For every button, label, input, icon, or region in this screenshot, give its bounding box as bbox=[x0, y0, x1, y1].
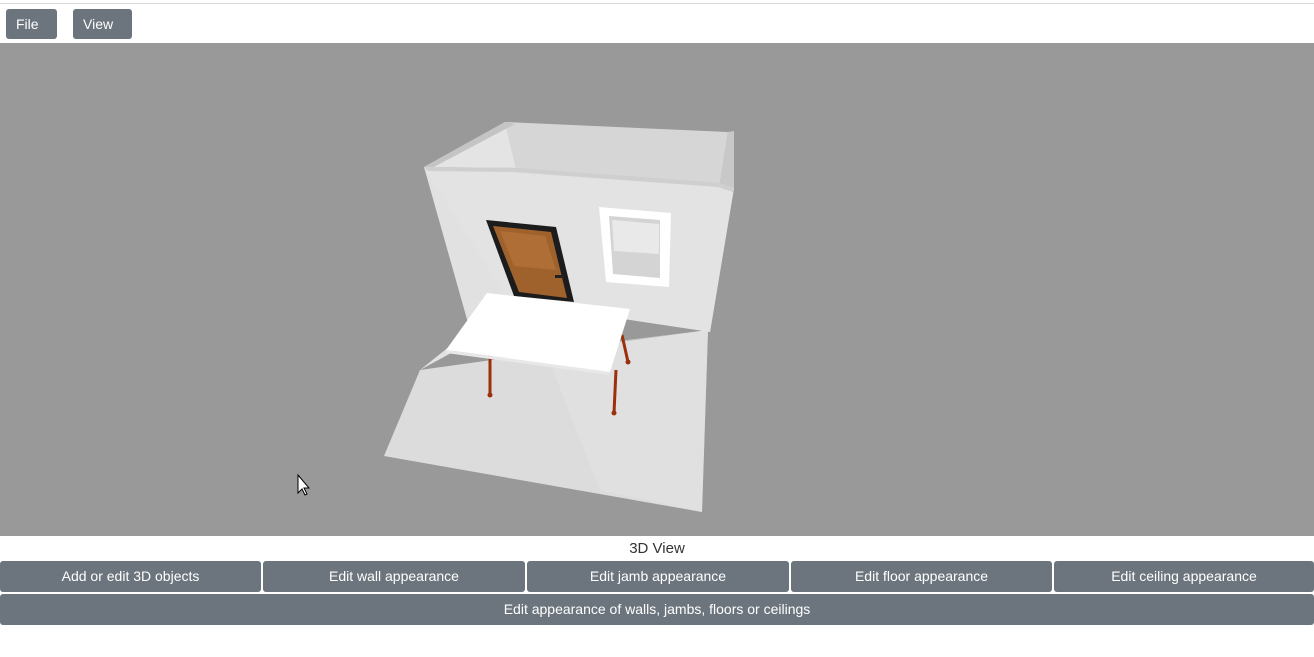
edit-floor-appearance-button[interactable]: Edit floor appearance bbox=[791, 561, 1052, 592]
3d-viewport[interactable] bbox=[0, 43, 1314, 536]
table-leg bbox=[612, 369, 618, 414]
table-foot bbox=[625, 359, 631, 365]
view-menu-button[interactable]: View bbox=[73, 9, 132, 56]
table-foot bbox=[487, 392, 493, 398]
window-glass-reflection bbox=[612, 220, 659, 254]
appearance-button-row: Add or edit 3D objects Edit wall appeara… bbox=[0, 561, 1314, 592]
edit-ceiling-appearance-button[interactable]: Edit ceiling appearance bbox=[1054, 561, 1314, 592]
edit-all-appearance-button[interactable]: Edit appearance of walls, jambs, floors … bbox=[0, 594, 1314, 625]
table-foot bbox=[611, 410, 617, 416]
view-menu-label: View bbox=[83, 16, 114, 32]
add-edit-3d-objects-button[interactable]: Add or edit 3D objects bbox=[0, 561, 261, 592]
file-menu-label: File bbox=[16, 16, 39, 32]
door-handle bbox=[555, 275, 564, 278]
edit-wall-appearance-button[interactable]: Edit wall appearance bbox=[263, 561, 525, 592]
edit-jamb-appearance-button[interactable]: Edit jamb appearance bbox=[527, 561, 789, 592]
3d-scene[interactable] bbox=[0, 43, 1314, 536]
top-border bbox=[0, 3, 1314, 4]
file-menu-button[interactable]: File bbox=[6, 9, 57, 56]
mouse-cursor-icon bbox=[297, 473, 311, 496]
viewport-caption: 3D View bbox=[629, 540, 685, 557]
